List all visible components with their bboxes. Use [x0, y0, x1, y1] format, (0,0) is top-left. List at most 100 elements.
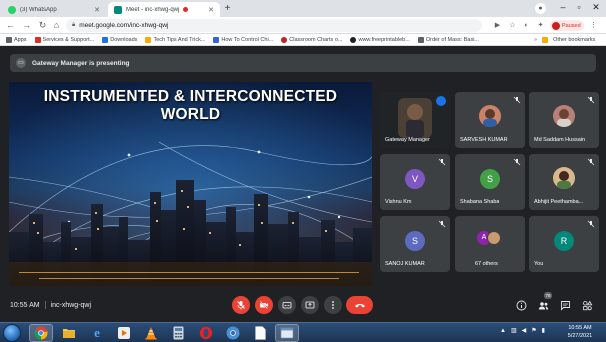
chat-button[interactable]: [559, 299, 571, 311]
extensions-puzzle-icon[interactable]: ✦: [536, 21, 545, 30]
people-icon: [538, 301, 548, 309]
window-close-button[interactable]: ✕: [589, 2, 603, 13]
internet-explorer-icon: e: [94, 325, 100, 340]
bookmark-freeprintable[interactable]: www.freeprintableb...: [350, 36, 410, 43]
tab-meet[interactable]: Meet - inc-xhwg-qwj ✕: [108, 2, 220, 17]
profile-button[interactable]: Paused: [550, 20, 584, 31]
clock-time: 10:55 AM: [568, 325, 592, 331]
address-bar[interactable]: 🔒︎ meet.google.com/inc-xhwg-qwj: [66, 19, 482, 32]
taskbar-internet-explorer[interactable]: e: [85, 324, 109, 342]
tab-search-icon[interactable]: ●: [535, 3, 546, 14]
site-icon: [145, 36, 152, 43]
back-button[interactable]: ←: [5, 20, 16, 31]
chevron-right-icon: »: [534, 37, 538, 43]
participant-photo: [479, 105, 501, 127]
bookmark-apps[interactable]: Apps: [6, 36, 27, 43]
camera-off-icon: [260, 301, 268, 309]
bookmark-how-to-control[interactable]: How To Control Chi...: [213, 36, 273, 43]
avatar: [487, 231, 501, 245]
participant-tile-vishnu-km[interactable]: V Vishnu Km: [380, 154, 450, 210]
mic-off-icon: [237, 301, 245, 310]
others-count: 67 others: [475, 261, 498, 267]
avatar: S: [405, 231, 425, 251]
browser-toolbar: ← → ↻ ⌂ 🔒︎ meet.google.com/inc-xhwg-qwj …: [0, 17, 606, 34]
camera-toggle-button[interactable]: [255, 296, 273, 314]
participant-tile-sanoj-kumar[interactable]: S SANOJ KUMAR: [380, 216, 450, 272]
bookmark-downloads[interactable]: Downloads: [102, 36, 137, 43]
browser-tab-strip: (3) WhatsApp ✕ Meet - inc-xhwg-qwj ✕ + ●…: [0, 0, 606, 17]
bookmark-services-support[interactable]: Services & Support...: [34, 36, 95, 43]
activities-button[interactable]: [581, 299, 593, 311]
mic-off-icon: [438, 220, 446, 228]
lock-icon: 🔒︎: [72, 22, 76, 28]
network-icon[interactable]: ▥: [511, 327, 517, 334]
meeting-info: 10:55 AM inc-xhwg-qwj: [10, 301, 91, 309]
presenting-text: Gateway Manager is presenting: [32, 59, 130, 67]
profile-status: Paused: [562, 22, 581, 29]
folder-icon: [542, 37, 549, 43]
close-icon[interactable]: ✕: [208, 6, 214, 14]
bookmark-label: Tech Tips And Trick...: [153, 36, 206, 43]
slide-title: INSTRUMENTED & INTERCONNECTED WORLD: [9, 88, 372, 124]
taskbar-notepad[interactable]: [248, 324, 272, 342]
participant-tile-shabana-shaba[interactable]: S Shabana Shaba: [455, 154, 525, 210]
battery-icon[interactable]: ▮: [542, 327, 545, 334]
apps-grid-icon: [6, 36, 12, 43]
chrome-icon: [226, 326, 240, 340]
people-count-badge: 76: [544, 292, 552, 299]
start-button[interactable]: [3, 324, 21, 342]
avatar: V: [405, 169, 425, 189]
leave-call-button[interactable]: [346, 296, 373, 314]
taskbar-screenshot-tool[interactable]: [275, 324, 299, 342]
present-screen-icon: ▭: [16, 58, 26, 68]
meeting-details-button[interactable]: [515, 299, 527, 311]
more-options-button[interactable]: [324, 296, 342, 314]
meet-window: ▭ Gateway Manager is presenting INSTRUME…: [0, 46, 606, 322]
close-icon[interactable]: ✕: [94, 6, 100, 14]
extension-icon[interactable]: ◐: [522, 21, 531, 30]
flag-icon[interactable]: ⚑: [531, 327, 536, 334]
reload-button[interactable]: ↻: [37, 20, 48, 31]
bookmark-label: www.freeprintableb...: [358, 36, 410, 43]
participant-tile-abhijit[interactable]: Abhijit Peethamba...: [529, 154, 599, 210]
taskbar-opera[interactable]: [194, 324, 218, 342]
site-icon: [281, 36, 288, 43]
show-hidden-icons-icon[interactable]: ▲: [500, 328, 506, 334]
people-button[interactable]: [537, 299, 549, 311]
captions-button[interactable]: [278, 296, 296, 314]
mic-toggle-button[interactable]: [232, 296, 250, 314]
bookmark-classroom-charts[interactable]: Classroom Charts o...: [281, 36, 342, 43]
new-tab-button[interactable]: +: [222, 3, 233, 14]
meet-icon: [114, 5, 122, 14]
taskbar-media-player[interactable]: [112, 324, 136, 342]
taskbar-vlc[interactable]: [139, 324, 163, 342]
camera-permission-icon[interactable]: ▶: [493, 21, 502, 30]
chrome-icon: [34, 326, 48, 340]
taskbar-chrome-2[interactable]: [221, 324, 245, 342]
forward-button[interactable]: →: [21, 20, 32, 31]
volume-icon[interactable]: ◀: [522, 327, 527, 334]
participant-name: Shabana Shaba: [460, 199, 500, 205]
participant-tile-others[interactable]: A 67 others: [455, 216, 525, 272]
home-button[interactable]: ⌂: [51, 20, 62, 31]
participant-tile-gateway-manager[interactable]: Gateway Manager: [380, 92, 450, 148]
menu-kebab-icon[interactable]: ⋮: [589, 21, 598, 30]
minimize-button[interactable]: –: [556, 2, 570, 12]
present-now-button[interactable]: [301, 296, 319, 314]
taskbar-calculator[interactable]: [166, 324, 190, 342]
system-clock[interactable]: 10:55 AM 5/27/2021: [560, 325, 600, 340]
other-bookmarks[interactable]: » Other bookmarks: [530, 34, 596, 45]
taskbar-chrome[interactable]: [29, 324, 53, 342]
bookmark-order-of-mass[interactable]: Order of Mass: Basi...: [417, 36, 479, 43]
participant-tile-sarvesh-kumar[interactable]: SARVESH KUMAR: [455, 92, 525, 148]
present-screen-icon: [305, 301, 315, 309]
bookmark-tech-tips[interactable]: Tech Tips And Trick...: [145, 36, 206, 43]
bookmark-label: Services & Support...: [42, 36, 95, 43]
participant-tile-md-saddam-hussain[interactable]: Md Saddam Hussain: [529, 92, 599, 148]
taskbar-explorer[interactable]: [57, 324, 81, 342]
participant-tile-you[interactable]: R You: [529, 216, 599, 272]
mic-off-icon: [587, 220, 595, 228]
maximize-button[interactable]: ▫: [572, 2, 586, 12]
tab-whatsapp[interactable]: (3) WhatsApp ✕: [2, 2, 106, 17]
bookmark-star-icon[interactable]: ☆: [508, 21, 517, 30]
